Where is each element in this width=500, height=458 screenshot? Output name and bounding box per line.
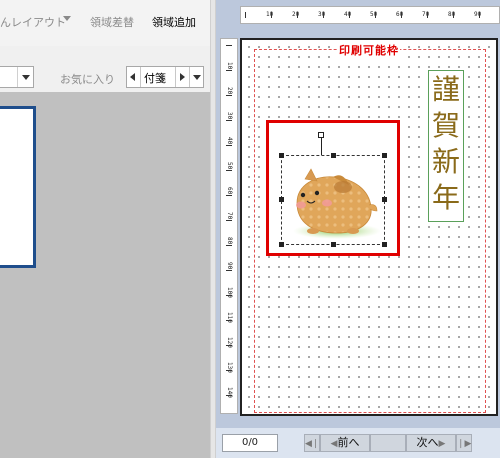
preview-pane: 10 20 30 40 50 60 70 80 90 10 20 30 40 50 60 70 80 90 100… (216, 0, 500, 458)
pagination-bar: 0/0 ◀❘ ◀前へ 次へ▶ ❘▶ (216, 428, 500, 458)
area-replace-button[interactable]: 領域差替 (90, 14, 134, 30)
ruler-tick (297, 12, 298, 18)
ruler-tick (453, 12, 454, 18)
filter-row: お気に入り 付箋 (0, 64, 210, 90)
page-indicator[interactable]: 0/0 (222, 434, 278, 452)
left-pane: んレイアウト 領域差替 領域追加 お気に入り 付箋 (0, 0, 210, 458)
ruler-tick (401, 12, 402, 18)
ruler-tick (226, 220, 232, 221)
skip-forward-icon: ❘▶ (457, 439, 472, 449)
resize-handle-ne[interactable] (382, 153, 387, 158)
ruler-tick (226, 270, 232, 271)
ruler-label: 60 (396, 11, 404, 18)
ruler-label: 120 (226, 337, 233, 348)
resize-handle-nw[interactable] (279, 153, 284, 158)
ruler-label: 20 (226, 87, 233, 95)
skip-back-icon: ◀❘ (305, 439, 320, 449)
ruler-label: 70 (422, 11, 430, 18)
ruler-tick (271, 12, 272, 18)
rotation-stem (321, 135, 322, 155)
ruler-label: 40 (226, 137, 233, 145)
left-combo[interactable] (0, 66, 34, 88)
resize-handle-sw[interactable] (279, 242, 284, 247)
ruler-tick (226, 170, 232, 171)
ruler-label: 50 (370, 11, 378, 18)
greeting-char: 謹 (431, 73, 460, 106)
greeting-char: 新 (431, 145, 460, 178)
resize-handle-n[interactable] (331, 153, 336, 158)
chevron-right-icon[interactable] (175, 67, 189, 87)
page-slider-track[interactable] (370, 434, 406, 452)
last-page-button[interactable]: ❘▶ (456, 434, 472, 452)
next-page-button[interactable]: 次へ▶ (406, 434, 456, 452)
image-frame[interactable] (266, 120, 400, 256)
ruler-tick (226, 320, 232, 321)
ruler-label: 110 (226, 312, 233, 323)
tag-selector[interactable]: 付箋 (126, 66, 204, 88)
ruler-label: 40 (344, 11, 352, 18)
horizontal-ruler: 10 20 30 40 50 60 70 80 90 (240, 6, 500, 24)
greeting-char: 賀 (431, 109, 460, 142)
thumbnail-workspace (0, 92, 210, 458)
chevron-down-icon[interactable] (17, 67, 33, 87)
resize-handle-s[interactable] (331, 242, 336, 247)
ruler-tick (226, 45, 232, 46)
chevron-down-icon[interactable] (63, 16, 71, 21)
next-page-label: 次へ (416, 436, 439, 449)
ruler-label: 50 (226, 162, 233, 170)
ruler-tick (226, 195, 232, 196)
layout-menu-button[interactable]: んレイアウト (0, 14, 66, 30)
boar-illustration[interactable] (283, 165, 383, 241)
printable-area-label: 印刷可能枠 (338, 42, 400, 58)
chevron-down-icon[interactable] (189, 67, 203, 87)
ruler-tick (226, 370, 232, 371)
resize-handle-se[interactable] (382, 242, 387, 247)
postcard-canvas[interactable]: 印刷可能枠 謹 賀 新 年 (240, 38, 498, 416)
ruler-tick (226, 345, 232, 346)
greeting-text-box[interactable]: 謹 賀 新 年 (428, 70, 464, 222)
ruler-label: 80 (226, 237, 233, 245)
ruler-label: 70 (226, 212, 233, 220)
ruler-label: 90 (226, 262, 233, 270)
ruler-label: 140 (226, 387, 233, 398)
rotate-handle[interactable] (318, 132, 324, 138)
ruler-tick (226, 95, 232, 96)
chevron-left-icon[interactable] (127, 67, 141, 87)
favorites-label[interactable]: お気に入り (60, 71, 115, 87)
ruler-label: 10 (266, 11, 274, 18)
ruler-tick (427, 12, 428, 18)
ruler-tick (245, 12, 246, 18)
ruler-tick (226, 145, 232, 146)
prev-page-button[interactable]: ◀前へ (320, 434, 370, 452)
ruler-tick (349, 12, 350, 18)
ruler-tick (226, 245, 232, 246)
ruler-tick (226, 295, 232, 296)
greeting-char: 年 (431, 181, 460, 214)
ruler-label: 80 (448, 11, 456, 18)
selected-card-thumbnail[interactable] (0, 106, 36, 268)
ruler-label: 20 (292, 11, 300, 18)
toolbar: んレイアウト 領域差替 領域追加 (0, 0, 210, 46)
area-add-button[interactable]: 領域追加 (152, 14, 196, 30)
vertical-ruler: 10 20 30 40 50 60 70 80 90 100 110 120 130 140 (220, 38, 238, 414)
ruler-label: 10 (226, 62, 233, 70)
ruler-label: 130 (226, 362, 233, 373)
ruler-tick (323, 12, 324, 18)
ruler-tick (375, 12, 376, 18)
ruler-label: 100 (226, 287, 233, 298)
ruler-tick (226, 395, 232, 396)
ruler-label: 30 (226, 112, 233, 120)
ruler-tick (479, 12, 480, 18)
ruler-tick (226, 70, 232, 71)
prev-page-label: 前へ (337, 436, 360, 449)
chevron-right-icon: ▶ (438, 439, 446, 449)
ruler-label: 90 (474, 11, 482, 18)
ruler-label: 30 (318, 11, 326, 18)
first-page-button[interactable]: ◀❘ (304, 434, 320, 452)
ruler-tick (226, 120, 232, 121)
ruler-label: 60 (226, 187, 233, 195)
tag-value: 付箋 (144, 72, 166, 85)
